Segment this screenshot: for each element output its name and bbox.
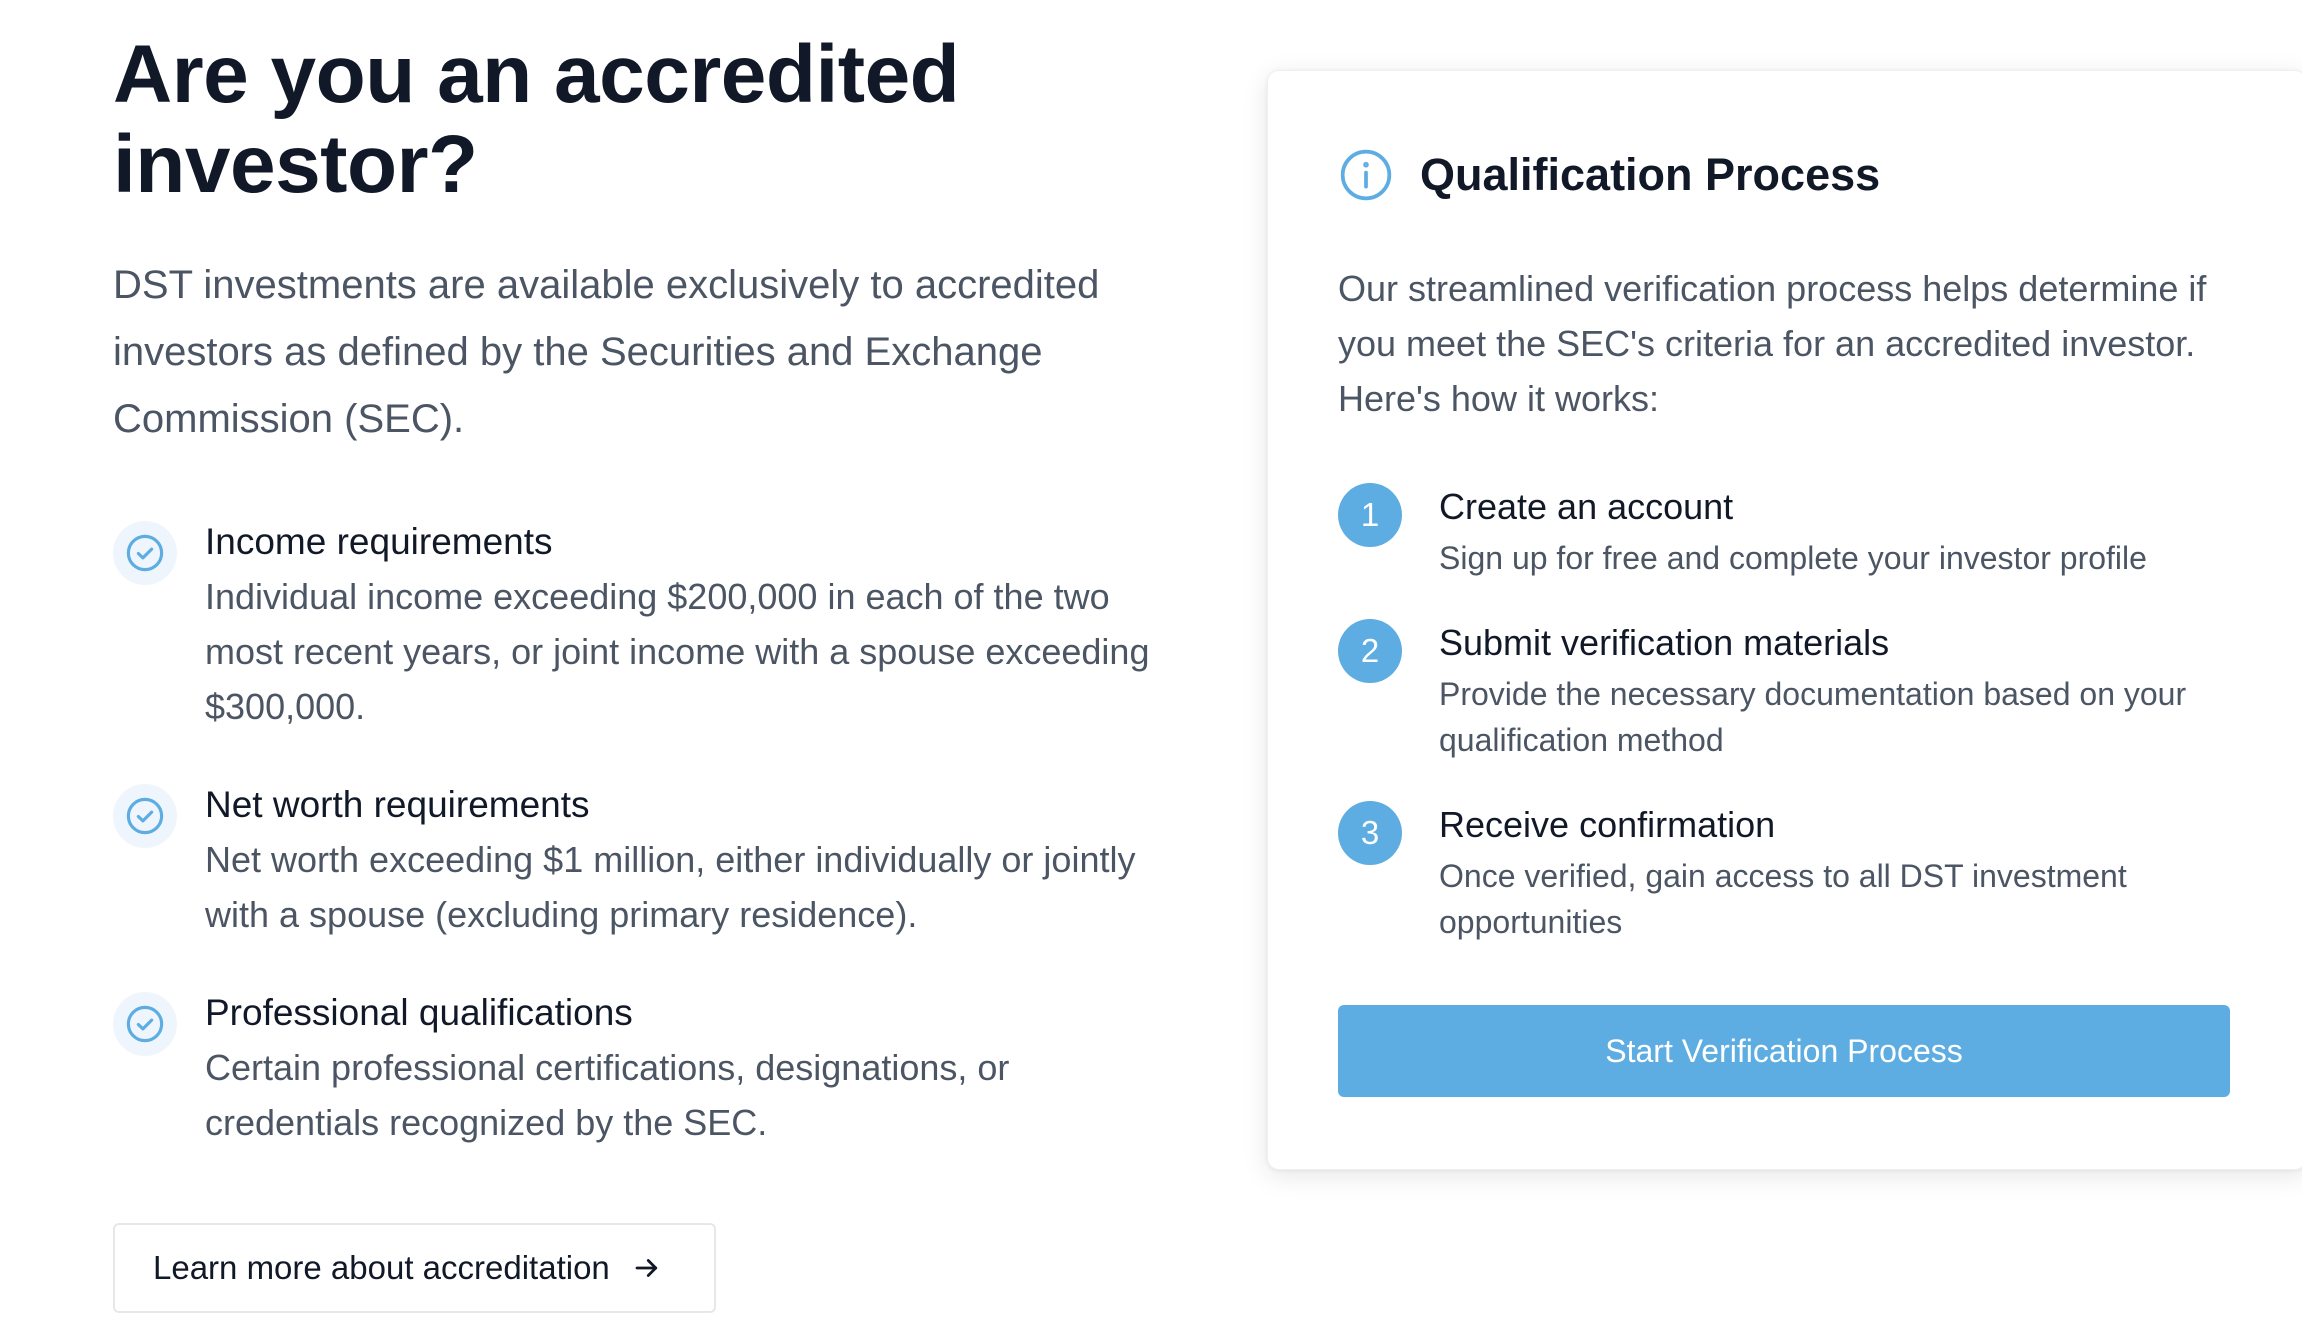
learn-more-label: Learn more about accreditation xyxy=(153,1249,610,1286)
check-circle-icon xyxy=(113,992,177,1056)
requirement-professional: Professional qualifications Certain prof… xyxy=(113,988,1173,1150)
card-intro: Our streamlined verification process hel… xyxy=(1338,268,2207,419)
step-create-account: 1 Create an account Sign up for free and… xyxy=(1338,483,2258,581)
step-number-badge: 2 xyxy=(1338,619,1402,683)
step-desc: Once verified, gain access to all DST in… xyxy=(1439,858,2127,940)
steps-list: 1 Create an account Sign up for free and… xyxy=(1338,483,2258,983)
start-verification-button[interactable]: Start Verification Process xyxy=(1338,1005,2230,1097)
requirement-desc: Certain professional certifications, des… xyxy=(205,1047,1010,1143)
requirement-title: Income requirements xyxy=(205,521,553,562)
requirement-desc: Individual income exceeding $200,000 in … xyxy=(205,576,1150,727)
requirement-income: Income requirements Individual income ex… xyxy=(113,517,1173,734)
intro-text: DST investments are available exclusivel… xyxy=(113,263,1100,441)
step-number-badge: 1 xyxy=(1338,483,1402,547)
learn-more-button[interactable]: Learn more about accreditation xyxy=(113,1223,716,1313)
step-title: Create an account xyxy=(1439,486,1734,527)
card-title: Qualification Process xyxy=(1420,149,1881,200)
page-title: Are you an accredited investor? xyxy=(113,30,1173,210)
page-title-line2: investor? xyxy=(113,119,478,210)
step-desc: Provide the necessary documentation base… xyxy=(1439,676,2187,758)
check-circle-icon xyxy=(113,521,177,585)
requirements-list: Income requirements Individual income ex… xyxy=(113,517,1173,1150)
requirement-net-worth: Net worth requirements Net worth exceedi… xyxy=(113,780,1173,942)
page-title-line1: Are you an accredited xyxy=(113,29,960,120)
info-circle-icon xyxy=(1338,147,1394,203)
page: Are you an accredited investor? DST inve… xyxy=(0,0,2302,1336)
requirement-title: Net worth requirements xyxy=(205,784,590,825)
arrow-right-icon xyxy=(632,1253,662,1283)
qualification-card: Qualification Process Our streamlined ve… xyxy=(1267,70,2302,1170)
step-receive-confirmation: 3 Receive confirmation Once verified, ga… xyxy=(1338,801,2258,945)
check-circle-icon xyxy=(113,784,177,848)
step-desc: Sign up for free and complete your inves… xyxy=(1439,540,2147,576)
requirement-title: Professional qualifications xyxy=(205,992,633,1033)
card-header: Qualification Process xyxy=(1338,147,1880,203)
step-submit-materials: 2 Submit verification materials Provide … xyxy=(1338,619,2258,763)
step-title: Receive confirmation xyxy=(1439,804,1776,845)
requirement-desc: Net worth exceeding $1 million, either i… xyxy=(205,839,1136,935)
accreditation-info: Are you an accredited investor? DST inve… xyxy=(113,30,1173,1196)
step-title: Submit verification materials xyxy=(1439,622,1890,663)
step-number-badge: 3 xyxy=(1338,801,1402,865)
